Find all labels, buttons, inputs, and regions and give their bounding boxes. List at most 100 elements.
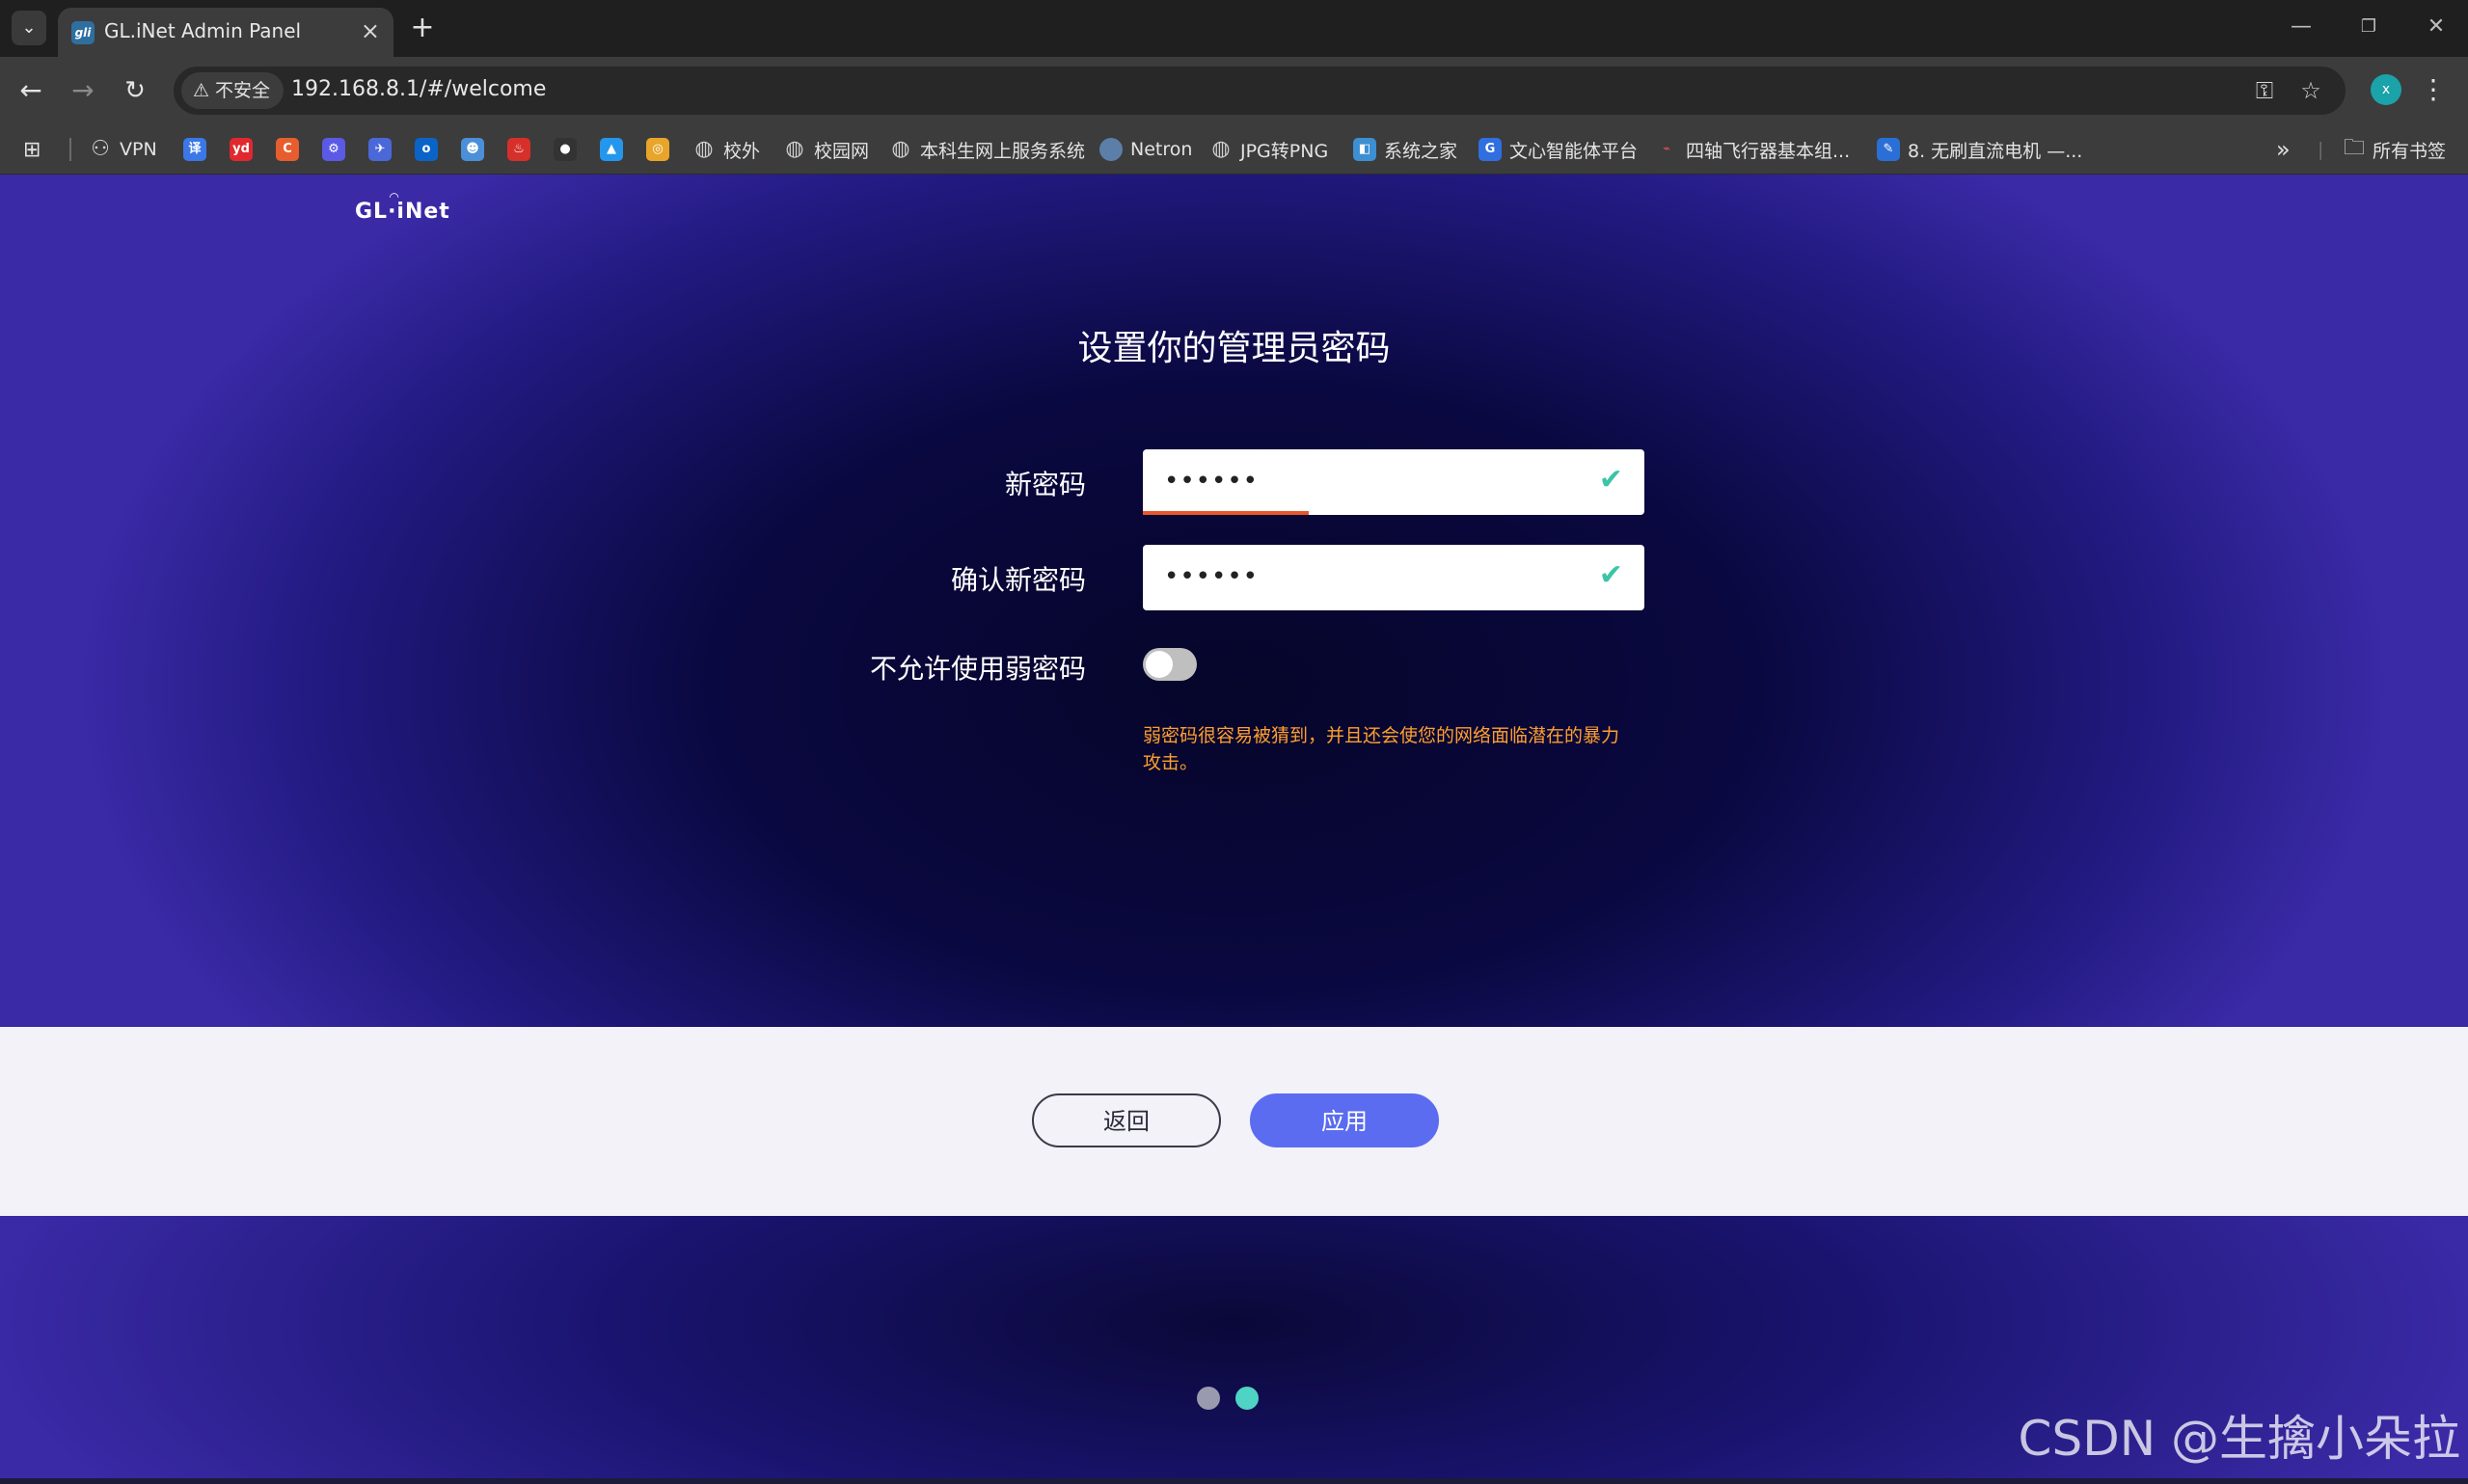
restore-icon[interactable]: ❐ — [2349, 10, 2388, 44]
bookmark-item[interactable]: ◍ 校外 — [692, 134, 760, 165]
bookmark-item[interactable]: ⌁ 四轴飞行器基本组... — [1655, 134, 1850, 165]
outlook-icon: o — [415, 138, 438, 161]
bookmark-item[interactable]: ✎ 8. 无刷直流电机 —... — [1877, 134, 2082, 165]
valid-check-icon: ✔ — [1598, 463, 1623, 497]
doc-icon: ✎ — [1877, 138, 1900, 161]
netron-icon — [1099, 138, 1123, 161]
tab-close-icon[interactable]: × — [361, 17, 380, 44]
password-key-icon[interactable]: ⚿ — [2249, 75, 2280, 106]
browser-menu-icon[interactable]: ⋮ — [2419, 72, 2448, 107]
xtzj-icon: ◧ — [1353, 138, 1376, 161]
bookmark-item[interactable]: Netron — [1099, 134, 1192, 165]
bottom-edge — [0, 1478, 2468, 1484]
new-password-value: •••••• — [1164, 467, 1260, 496]
bookmark-item[interactable]: ◍ JPG转PNG — [1209, 134, 1328, 165]
gl-inet-logo: GL·iNet ◠ — [355, 190, 450, 224]
bookmark-docker[interactable]: ▲ — [600, 134, 623, 165]
bookmark-label: 8. 无刷直流电机 —... — [1908, 140, 2083, 162]
bookmark-label: 校外 — [723, 140, 761, 162]
bird-icon: ✈ — [368, 138, 392, 161]
apps-grid-icon[interactable]: ⊞ — [23, 134, 41, 165]
bookmark-octopus[interactable]: ♨ — [507, 134, 530, 165]
github-icon: ● — [554, 138, 577, 161]
hero-section: GL·iNet ◠ 设置你的管理员密码 新密码 •••••• ✔ 确认新密码 •… — [0, 175, 2468, 1027]
weak-password-toggle[interactable] — [1143, 648, 1197, 681]
bookmark-star-icon[interactable]: ☆ — [2295, 75, 2326, 106]
tab-title: GL.iNet Admin Panel — [104, 19, 302, 42]
octopus-icon: ♨ — [507, 138, 530, 161]
bookmark-label: 本科生网上服务系统 — [920, 140, 1086, 162]
drone-icon: ⌁ — [1663, 142, 1670, 156]
folder-icon: 🗀 — [2344, 136, 2366, 160]
bookmark-item[interactable]: ◍ 本科生网上服务系统 — [889, 134, 1085, 165]
bookmarks-divider — [69, 138, 71, 161]
bookmark-translate[interactable]: 译 — [183, 134, 206, 165]
bookmark-label: 文心智能体平台 — [1509, 140, 1639, 162]
logo-text: GL·iNet — [355, 200, 450, 224]
bookmark-outlook[interactable]: o — [415, 134, 438, 165]
back-button[interactable]: 返回 — [1032, 1093, 1221, 1147]
wenxin-icon: G — [1478, 138, 1502, 161]
globe-icon: ◍ — [1211, 137, 1231, 161]
globe-icon: ◍ — [694, 137, 714, 161]
bookmark-settings-app[interactable]: ⚙ — [322, 134, 345, 165]
apply-button[interactable]: 应用 — [1250, 1093, 1439, 1147]
toggle-knob — [1146, 651, 1173, 678]
bookmark-label: 校园网 — [814, 140, 870, 162]
new-password-label: 新密码 — [1004, 469, 1086, 500]
address-bar[interactable]: ⚠ 不安全 192.168.8.1/#/welcome ⚿ ☆ — [174, 67, 2346, 115]
valid-check-icon: ✔ — [1598, 558, 1623, 592]
more-bookmarks-chevron-icon[interactable]: » — [2276, 134, 2291, 165]
bookmark-item[interactable]: ⚇ VPN — [89, 134, 157, 165]
tab-favicon-icon: gli — [71, 21, 95, 44]
close-window-icon[interactable]: ✕ — [2417, 10, 2455, 44]
pager-dot-1[interactable] — [1197, 1387, 1220, 1410]
weak-password-warning: 弱密码很容易被猜到，并且还会使您的网络面临潜在的暴力攻击。 — [1143, 725, 1620, 773]
bookmark-label: 四轴飞行器基本组... — [1686, 140, 1851, 162]
bookmark-label: 系统之家 — [1384, 140, 1458, 162]
bookmark-item[interactable]: ◧ 系统之家 — [1353, 134, 1457, 165]
bookmark-item[interactable]: G 文心智能体平台 — [1478, 134, 1638, 165]
bookmark-item[interactable]: ◍ 校园网 — [783, 134, 869, 165]
confirm-password-label: 确认新密码 — [950, 564, 1086, 596]
profile-avatar[interactable]: x — [2371, 74, 2401, 105]
weak-password-toggle-label: 不允许使用弱密码 — [869, 653, 1086, 685]
vpn-icon: ⚇ — [91, 137, 110, 161]
bookmark-orange[interactable]: ◎ — [646, 134, 669, 165]
forward-arrow-icon[interactable]: → — [64, 71, 102, 110]
tab-search-chevron-icon[interactable]: ⌄ — [12, 11, 46, 45]
back-arrow-icon[interactable]: ← — [12, 71, 50, 110]
welcome-page: GL·iNet ◠ 设置你的管理员密码 新密码 •••••• ✔ 确认新密码 •… — [0, 175, 2468, 1484]
all-bookmarks-folder[interactable]: 🗀 所有书签 — [2344, 134, 2446, 165]
settings-app-icon: ⚙ — [322, 138, 345, 161]
robot-icon: ☻ — [461, 138, 484, 161]
bookmark-csdn[interactable]: C — [276, 134, 299, 165]
page-title: 设置你的管理员密码 — [1077, 329, 1391, 368]
url-text[interactable]: 192.168.8.1/#/welcome — [291, 77, 546, 101]
security-label: 不安全 — [215, 80, 271, 101]
security-chip[interactable]: ⚠ 不安全 — [181, 72, 285, 109]
bookmark-youdao[interactable]: yd — [230, 134, 253, 165]
bookmark-bird[interactable]: ✈ — [368, 134, 392, 165]
bookmark-label: VPN — [120, 139, 157, 160]
tab-active[interactable]: gli GL.iNet Admin Panel × — [58, 8, 393, 57]
confirm-password-input[interactable]: •••••• ✔ — [1143, 545, 1644, 610]
bookmarks-divider-right: | — [2318, 139, 2324, 160]
wifi-signal-icon: ◠ — [390, 190, 400, 203]
translate-icon: 译 — [183, 138, 206, 161]
browser-tabstrip: ⌄ gli GL.iNet Admin Panel × + — ❐ ✕ — [0, 0, 2468, 57]
reload-icon[interactable]: ↻ — [116, 71, 154, 110]
browser-toolbar: ← → ↻ ⚠ 不安全 192.168.8.1/#/welcome ⚿ ☆ x ⋮ — [0, 57, 2468, 124]
bookmark-robot[interactable]: ☻ — [461, 134, 484, 165]
confirm-password-value: •••••• — [1164, 562, 1260, 591]
password-strength-bar — [1143, 511, 1309, 515]
pager-dot-2-active[interactable] — [1235, 1387, 1259, 1410]
new-tab-plus-icon[interactable]: + — [405, 12, 440, 46]
docker-icon: ▲ — [600, 138, 623, 161]
globe-icon: ◍ — [891, 137, 910, 161]
new-password-input[interactable]: •••••• ✔ — [1143, 449, 1644, 515]
bookmarks-bar: ⊞ ⚇ VPN 译 yd C ⚙ ✈ o ☻ ♨ ● ▲ ◎ ◍ 校外 ◍ 校园网 ◍ 本科生网上服务系统 Netro… — [0, 124, 2468, 175]
warning-triangle-icon: ⚠ — [193, 80, 210, 101]
bookmark-github[interactable]: ● — [554, 134, 577, 165]
minimize-icon[interactable]: — — [2282, 10, 2320, 44]
